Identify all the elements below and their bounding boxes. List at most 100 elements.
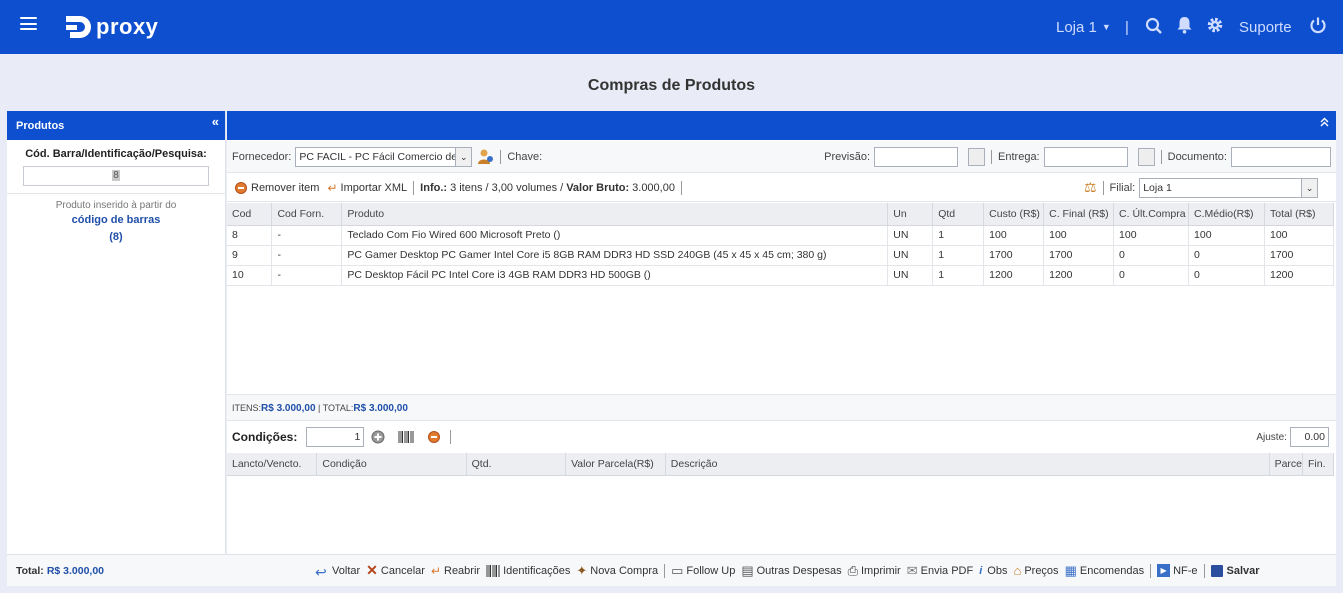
supplier-person-icon[interactable] — [477, 148, 494, 165]
support-link[interactable]: Suporte — [1239, 0, 1292, 54]
remove-item-button[interactable]: Remover item — [235, 181, 320, 194]
cell: 1200 — [1264, 265, 1335, 286]
logo-mark-icon — [66, 16, 91, 38]
speech-bubble-icon: ▭ — [671, 562, 684, 578]
orders-button[interactable]: ▦ Encomendas — [1065, 563, 1145, 579]
col-fin[interactable]: Fin. — [1302, 453, 1334, 476]
save-button[interactable]: Salvar — [1210, 564, 1260, 577]
add-condition-icon[interactable] — [371, 430, 385, 444]
reopen-button[interactable]: ↵ Reabrir — [431, 564, 480, 578]
supplier-label: Fornecedor: — [232, 150, 292, 163]
delivery-input[interactable] — [1043, 146, 1128, 167]
branch-select[interactable]: Loja 1 ⌄ — [1139, 177, 1319, 198]
cell[interactable]: 1 — [932, 225, 985, 246]
col-qtd[interactable]: Qtd — [932, 203, 985, 226]
adjust-input[interactable]: 0.00 — [1289, 427, 1329, 447]
col-lancto[interactable]: Lancto/Vencto. — [227, 453, 318, 476]
identifications-button[interactable]: Identificações — [486, 564, 570, 577]
remove-condition-icon[interactable] — [428, 431, 441, 443]
calendar-icon[interactable] — [1137, 147, 1155, 166]
power-icon[interactable] — [1309, 16, 1327, 34]
new-purchase-label: Nova Compra — [590, 564, 659, 577]
col-cod-forn[interactable]: Cod Forn. — [271, 203, 343, 226]
store-selector[interactable]: Loja 1 ▼ — [1056, 0, 1111, 54]
new-purchase-button[interactable]: ✦ Nova Compra — [576, 563, 658, 579]
col-qtd[interactable]: Qtd. — [466, 453, 567, 476]
follow-up-label: Follow Up — [686, 564, 736, 577]
barcode-icon — [486, 564, 500, 577]
printer-icon: ⎙ — [847, 562, 858, 578]
cell[interactable]: 1 — [932, 265, 985, 286]
table-row[interactable]: 8 - Teclado Com Fio Wired 600 Microsoft … — [227, 225, 1335, 246]
products-table: Cod Cod Forn. Produto Un Qtd Custo (R$) … — [227, 203, 1335, 286]
barcode-link[interactable]: código de barras — [7, 213, 225, 228]
col-parce[interactable]: Parce — [1269, 453, 1304, 476]
other-expenses-label: Outras Despesas — [756, 564, 842, 577]
col-un[interactable]: Un — [887, 203, 934, 226]
chevron-down-icon: ⌄ — [455, 147, 472, 166]
bell-icon[interactable] — [1176, 16, 1193, 34]
col-cod[interactable]: Cod — [227, 203, 273, 226]
remove-item-label: Remover item — [251, 181, 320, 194]
cell: - — [271, 225, 343, 246]
calendar-icon[interactable] — [968, 147, 986, 166]
cell: UN — [887, 225, 934, 246]
search-icon[interactable] — [1145, 17, 1163, 35]
col-condicao[interactable]: Condição — [316, 453, 467, 476]
collapse-left-icon[interactable]: « — [212, 114, 219, 129]
cancel-button[interactable]: ✕ Cancelar — [366, 562, 425, 579]
store-name: Loja 1 — [1056, 18, 1097, 36]
cell: - — [271, 265, 343, 286]
cell[interactable]: 1 — [932, 245, 985, 266]
col-c-medio[interactable]: C.Médio(R$) — [1188, 203, 1265, 226]
brand-logo[interactable]: proxy — [64, 12, 158, 42]
import-xml-button[interactable]: ↵ Importar XML — [327, 181, 407, 195]
prices-button[interactable]: ⌂ Preços — [1013, 563, 1058, 578]
supplier-select[interactable]: PC FACIL - PC Fácil Comercio de ⌄ — [295, 146, 473, 167]
panel-title: Produtos — [16, 120, 65, 132]
conditions-count-input[interactable]: 1 — [306, 427, 365, 447]
back-label: Voltar — [332, 564, 361, 577]
table-row[interactable]: 9 - PC Gamer Desktop PC Gamer Intel Core… — [227, 245, 1335, 266]
adjust-label: Ajuste: — [1256, 431, 1287, 443]
forecast-label: Previsão: — [824, 150, 871, 163]
notes-button[interactable]: i Obs — [979, 565, 1007, 577]
barcode-icon[interactable] — [398, 431, 414, 443]
inserted-info-text: Produto inserido à partir do — [55, 200, 177, 211]
prices-label: Preços — [1024, 564, 1059, 577]
back-button[interactable]: ↩ Voltar — [315, 564, 361, 580]
cell[interactable]: 1200 — [983, 265, 1045, 286]
cell[interactable]: 100 — [983, 225, 1045, 246]
other-expenses-button[interactable]: ▤ Outras Despesas — [741, 563, 841, 579]
divider: | — [1125, 18, 1129, 36]
col-c-ult-compra[interactable]: C. Últ.Compra — [1113, 203, 1190, 226]
menu-icon[interactable] — [20, 17, 37, 30]
price-tag-icon: ⌂ — [1013, 563, 1022, 578]
forecast-input[interactable] — [874, 146, 959, 167]
barcode-search-input[interactable]: 8 — [23, 166, 209, 186]
col-produto[interactable]: Produto — [341, 203, 889, 226]
send-pdf-button[interactable]: ✉ Envia PDF — [907, 563, 973, 579]
document-input[interactable] — [1230, 146, 1331, 167]
magic-wand-icon: ✦ — [576, 562, 588, 578]
cell[interactable]: 1700 — [983, 245, 1045, 266]
branch-label: Filial: — [1109, 181, 1136, 194]
col-c-final[interactable]: C. Final (R$) — [1043, 203, 1115, 226]
table-row[interactable]: 10 - PC Desktop Fácil PC Intel Core i3 4… — [227, 265, 1335, 286]
nfe-button[interactable]: ▶ NF-e — [1157, 564, 1198, 577]
save-label: Salvar — [1226, 564, 1260, 577]
cell: 0 — [1113, 265, 1190, 286]
col-custo[interactable]: Custo (R$) — [983, 203, 1045, 226]
col-valor-parcela[interactable]: Valor Parcela(R$) — [565, 453, 666, 476]
info-icon: i — [979, 564, 983, 577]
balance-scale-icon[interactable]: ⚖ — [1084, 179, 1097, 196]
conditions-label: Condições: — [232, 430, 298, 444]
barcode-code: (8) — [109, 231, 123, 243]
print-button[interactable]: ⎙ Imprimir — [848, 563, 901, 579]
col-descricao[interactable]: Descrição — [665, 453, 1270, 476]
collapse-up-icon[interactable] — [1320, 117, 1329, 127]
gear-icon[interactable] — [1206, 16, 1224, 34]
conditions-count-value: 1 — [354, 431, 361, 443]
col-total[interactable]: Total (R$) — [1264, 203, 1335, 226]
follow-up-button[interactable]: ▭ Follow Up — [671, 563, 735, 579]
